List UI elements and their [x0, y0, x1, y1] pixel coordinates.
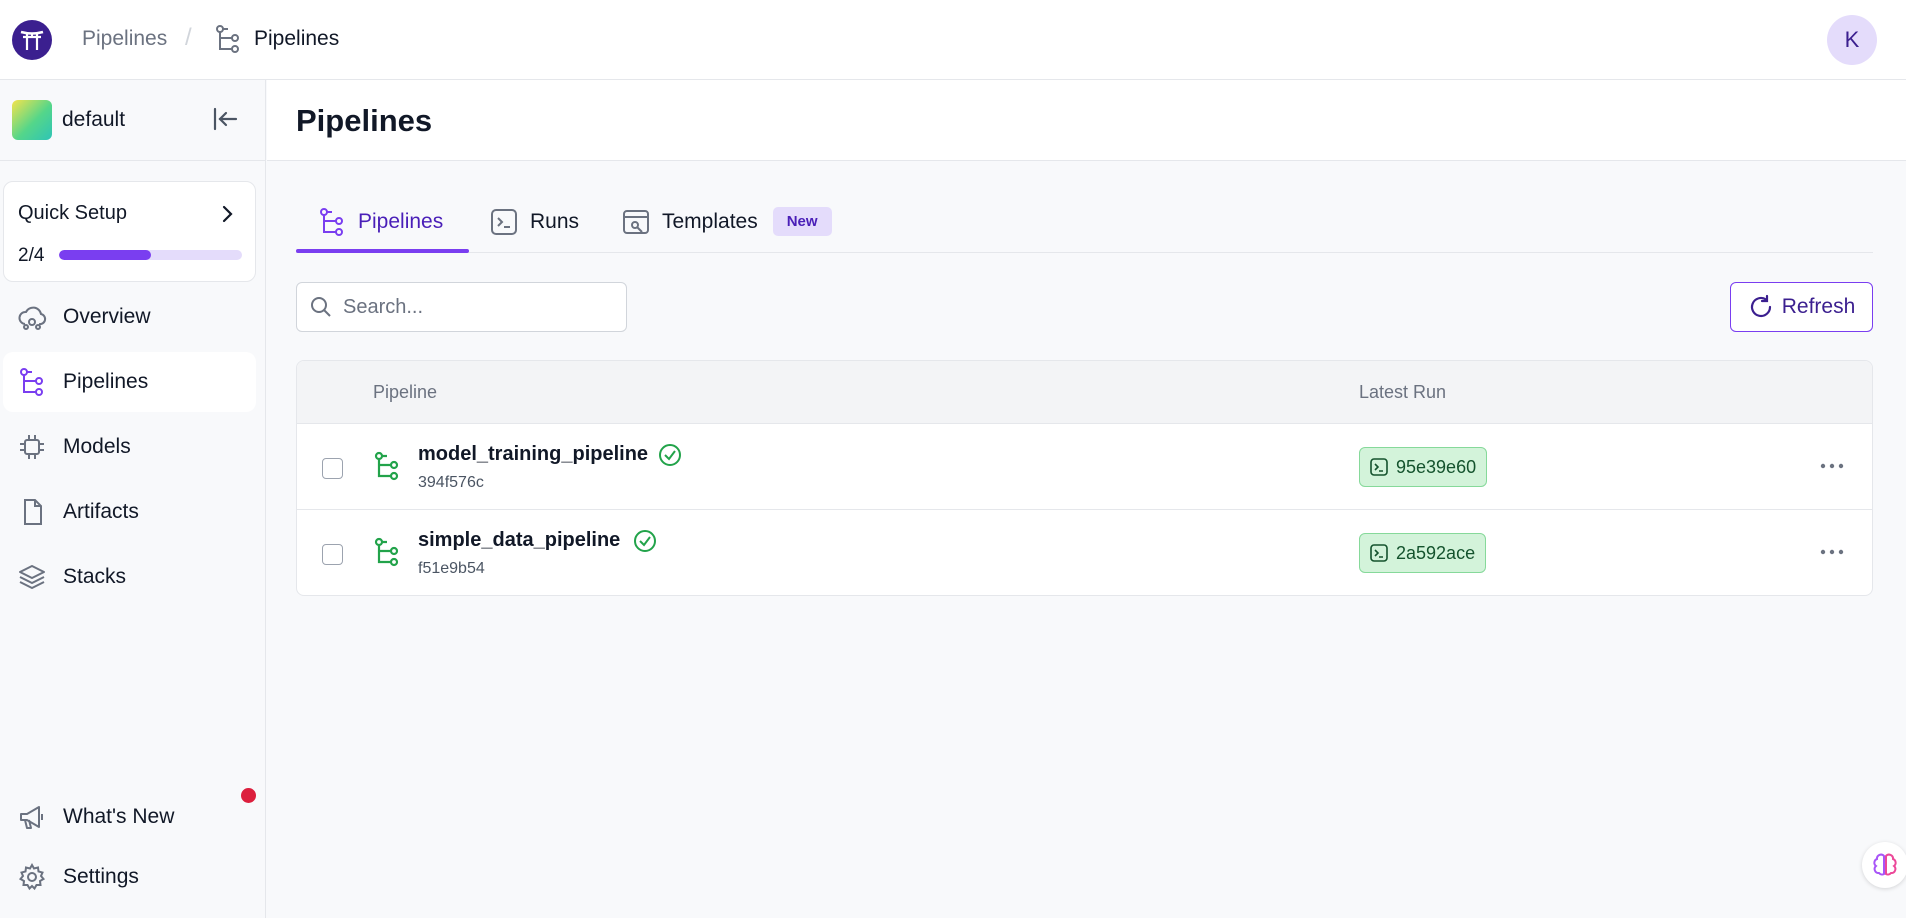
pipeline-name[interactable]: model_training_pipeline [418, 443, 648, 466]
breadcrumb-root[interactable]: Pipelines [82, 27, 167, 51]
search-icon [311, 297, 331, 317]
ellipsis-icon [1820, 549, 1844, 555]
sidebar-item-label: Artifacts [63, 500, 139, 523]
sidebar-item-label: Stacks [63, 565, 127, 588]
workspace-avatar[interactable] [12, 100, 52, 140]
table-row[interactable]: model_training_pipeline 394f576c 95e39e6… [297, 424, 1872, 510]
quick-setup-progress-text: 2/4 [18, 245, 45, 266]
latest-run-id: 95e39e60 [1396, 456, 1477, 477]
brain-icon [1873, 853, 1897, 876]
workspace-name[interactable]: default [62, 108, 125, 132]
sidebar: default Quick Setup 2/4 Overview Pipelin… [0, 80, 266, 918]
more-options-button[interactable] [1817, 540, 1847, 564]
tab-label: Pipelines [358, 209, 444, 233]
collapse-arrow-icon [213, 107, 238, 131]
sidebar-item-label: Overview [63, 305, 151, 328]
tab-bar: Pipelines Runs Templates New [296, 190, 1873, 253]
column-header-pipeline[interactable]: Pipeline [373, 382, 437, 403]
sidebar-item-whats-new[interactable]: What's New [3, 787, 256, 847]
pipeline-icon [374, 451, 399, 481]
terminal-icon [1370, 458, 1388, 476]
pipeline-icon [17, 367, 47, 397]
sidebar-divider [0, 160, 266, 161]
file-icon [17, 497, 47, 527]
template-icon [623, 209, 649, 234]
assistant-button[interactable] [1862, 842, 1906, 888]
pipeline-icon [320, 207, 343, 236]
pipeline-icon [374, 537, 399, 567]
tab-pipelines[interactable]: Pipelines [318, 190, 443, 253]
stack-layers-icon [17, 562, 47, 592]
status-success-icon [659, 444, 681, 466]
sidebar-item-pipelines[interactable]: Pipelines [3, 352, 256, 412]
new-badge: New [772, 207, 832, 236]
more-options-button[interactable] [1817, 454, 1847, 478]
active-tab-underline [296, 249, 469, 253]
latest-run-badge[interactable]: 95e39e60 [1359, 447, 1488, 487]
page-title: Pipelines [296, 103, 433, 138]
latest-run-badge[interactable]: 2a592ace [1359, 533, 1487, 573]
ellipsis-icon [1820, 463, 1844, 469]
quick-setup-progress-bar [59, 250, 242, 260]
pipeline-icon [214, 24, 242, 59]
row-checkbox[interactable] [322, 544, 343, 565]
breadcrumb-current: Pipelines [254, 27, 340, 50]
pipelines-table: Pipeline Latest Run model_training_pipel… [296, 360, 1873, 596]
table-header: Pipeline Latest Run [297, 361, 1872, 424]
notification-dot [241, 788, 256, 803]
megaphone-icon [17, 802, 47, 832]
top-bar: Pipelines / Pipelines K [0, 0, 1906, 80]
cloud-icon [17, 302, 47, 332]
sidebar-item-overview[interactable]: Overview [3, 287, 256, 347]
refresh-button[interactable]: Refresh [1730, 282, 1873, 332]
tab-runs[interactable]: Runs [490, 190, 579, 253]
page-header: Pipelines [267, 80, 1906, 161]
tab-label: Templates [662, 209, 758, 233]
pipeline-name[interactable]: simple_data_pipeline [418, 529, 620, 552]
quick-setup-card[interactable]: Quick Setup 2/4 [3, 181, 256, 282]
row-checkbox[interactable] [322, 458, 343, 479]
search-box[interactable] [296, 282, 627, 332]
column-header-latest-run[interactable]: Latest Run [1359, 382, 1446, 403]
search-input[interactable] [343, 295, 603, 319]
terminal-icon [1370, 544, 1388, 562]
sidebar-item-label: Models [63, 435, 131, 458]
table-row[interactable]: simple_data_pipeline f51e9b54 2a592ace [297, 510, 1872, 595]
chevron-right-icon [222, 205, 233, 223]
quick-setup-progress-fill [59, 250, 151, 260]
sidebar-item-stacks[interactable]: Stacks [3, 547, 256, 607]
collapse-sidebar-button[interactable] [208, 102, 242, 136]
sidebar-item-label: Settings [63, 865, 139, 888]
sidebar-item-artifacts[interactable]: Artifacts [3, 482, 256, 542]
sidebar-item-label: Pipelines [63, 370, 149, 393]
terminal-icon [491, 208, 517, 235]
app-logo[interactable] [12, 20, 52, 60]
quick-setup-title: Quick Setup [18, 202, 127, 224]
sidebar-item-settings[interactable]: Settings [3, 847, 256, 907]
chip-icon [17, 432, 47, 462]
pipeline-id: f51e9b54 [418, 560, 485, 577]
sidebar-item-models[interactable]: Models [3, 417, 256, 477]
breadcrumb-separator: / [185, 24, 192, 51]
refresh-label: Refresh [1781, 295, 1856, 318]
torii-gate-icon [20, 30, 44, 50]
latest-run-id: 2a592ace [1396, 542, 1476, 563]
tab-label: Runs [530, 209, 580, 233]
user-avatar[interactable]: K [1827, 15, 1877, 65]
refresh-icon [1750, 294, 1771, 318]
tab-templates[interactable]: Templates New [622, 190, 832, 253]
pipeline-id: 394f576c [418, 474, 484, 491]
sidebar-item-label: What's New [63, 805, 175, 828]
status-success-icon [634, 530, 656, 552]
gear-icon [17, 862, 47, 892]
